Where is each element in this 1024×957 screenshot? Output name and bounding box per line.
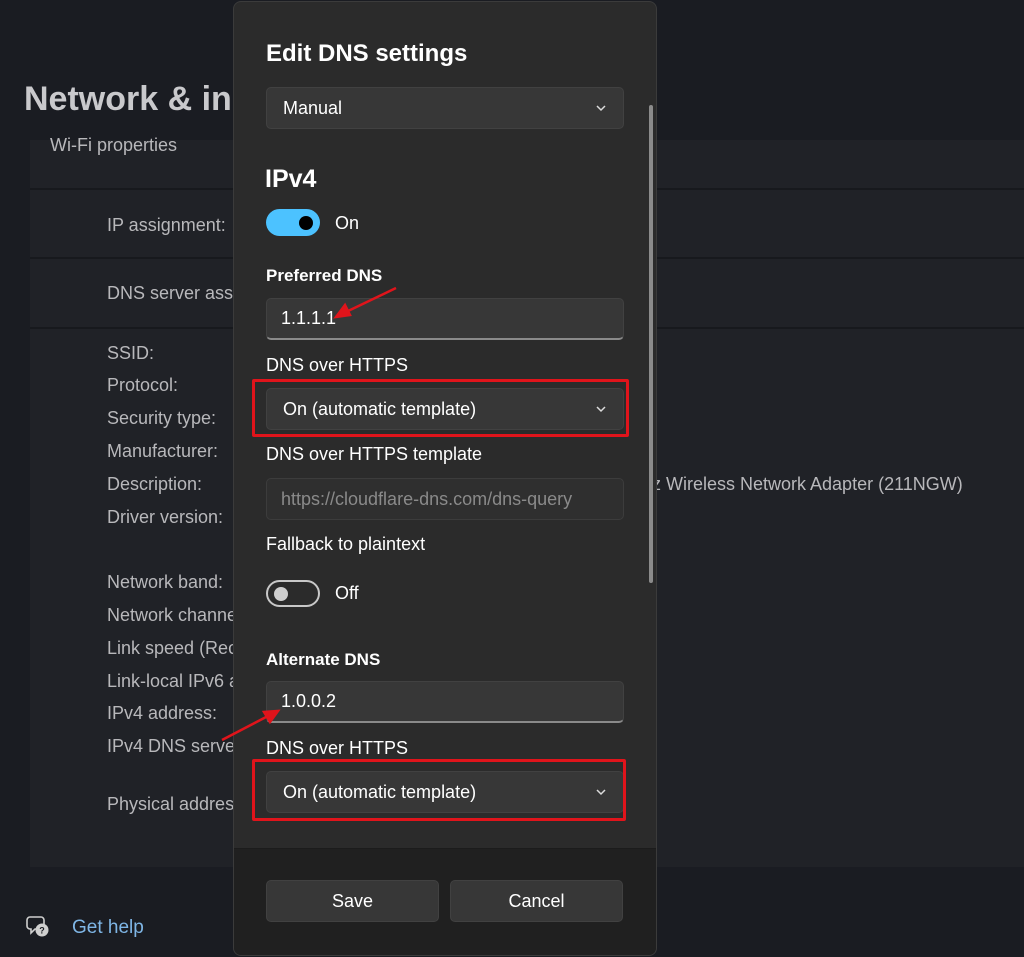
preferred-dns-input[interactable]: 1.1.1.1 xyxy=(266,298,624,340)
prop-driver-version: Driver version: xyxy=(107,507,224,527)
prop-physical-address: Physical address xyxy=(107,794,244,814)
prop-manufacturer: Manufacturer: xyxy=(107,441,219,461)
alternate-dns-value: 1.0.0.2 xyxy=(281,691,337,711)
prop-description: Description: xyxy=(107,474,203,494)
dns-mode-select[interactable]: Manual xyxy=(266,87,624,129)
prop-ipv4-dns: IPv4 DNS server xyxy=(107,736,242,756)
card-header: Wi-Fi properties xyxy=(50,135,178,155)
dialog-scrollbar[interactable] xyxy=(649,105,653,583)
alternate-dns-input[interactable]: 1.0.0.2 xyxy=(266,681,624,723)
dns-mode-value: Manual xyxy=(283,97,343,118)
page-title: Network & in xyxy=(24,80,232,118)
doh-label-preferred: DNS over HTTPS xyxy=(266,355,409,375)
prop-link-speed: Link speed (Rec xyxy=(107,638,238,658)
prop-network-channel: Network channe xyxy=(107,605,238,625)
preferred-dns-value: 1.1.1.1 xyxy=(281,308,337,328)
annotation-highlight-box xyxy=(252,379,629,437)
get-help-link[interactable]: Get help xyxy=(72,917,144,939)
help-icon: ? xyxy=(26,916,49,937)
dns-assignment-label: DNS server assi xyxy=(107,283,238,303)
prop-security-type: Security type: xyxy=(107,408,217,428)
toggle-knob xyxy=(274,586,288,601)
fallback-toggle[interactable] xyxy=(266,580,320,607)
ipv4-toggle-label: On xyxy=(335,213,360,233)
doh-template-input: https://cloudflare-dns.com/dns-query xyxy=(266,478,624,520)
dialog-title: Edit DNS settings xyxy=(266,40,468,67)
ip-assignment-label: IP assignment: xyxy=(107,215,226,235)
prop-link-local-ipv6: Link-local IPv6 a xyxy=(107,671,240,691)
chevron-down-icon xyxy=(596,105,606,112)
cancel-button[interactable]: Cancel xyxy=(450,880,623,922)
prop-ssid: SSID: xyxy=(107,343,155,363)
ipv4-toggle[interactable] xyxy=(266,209,320,236)
svg-text:?: ? xyxy=(39,926,45,936)
prop-network-band: Network band: xyxy=(107,572,224,592)
doh-label-alternate: DNS over HTTPS xyxy=(266,738,409,758)
doh-template-label: DNS over HTTPS template xyxy=(266,444,483,464)
save-button[interactable]: Save xyxy=(266,880,439,922)
fallback-toggle-label: Off xyxy=(335,583,359,603)
ipv4-heading: IPv4 xyxy=(265,165,317,193)
fallback-label: Fallback to plaintext xyxy=(266,534,426,554)
prop-ipv4-address: IPv4 address: xyxy=(107,703,218,723)
alternate-dns-label: Alternate DNS xyxy=(266,650,381,669)
preferred-dns-label: Preferred DNS xyxy=(266,266,383,285)
prop-protocol: Protocol: xyxy=(107,375,179,395)
toggle-knob xyxy=(299,215,313,230)
annotation-highlight-box xyxy=(252,759,626,821)
doh-template-value: https://cloudflare-dns.com/dns-query xyxy=(281,488,573,509)
description-value: z Wireless Network Adapter (211NGW) xyxy=(652,474,963,494)
